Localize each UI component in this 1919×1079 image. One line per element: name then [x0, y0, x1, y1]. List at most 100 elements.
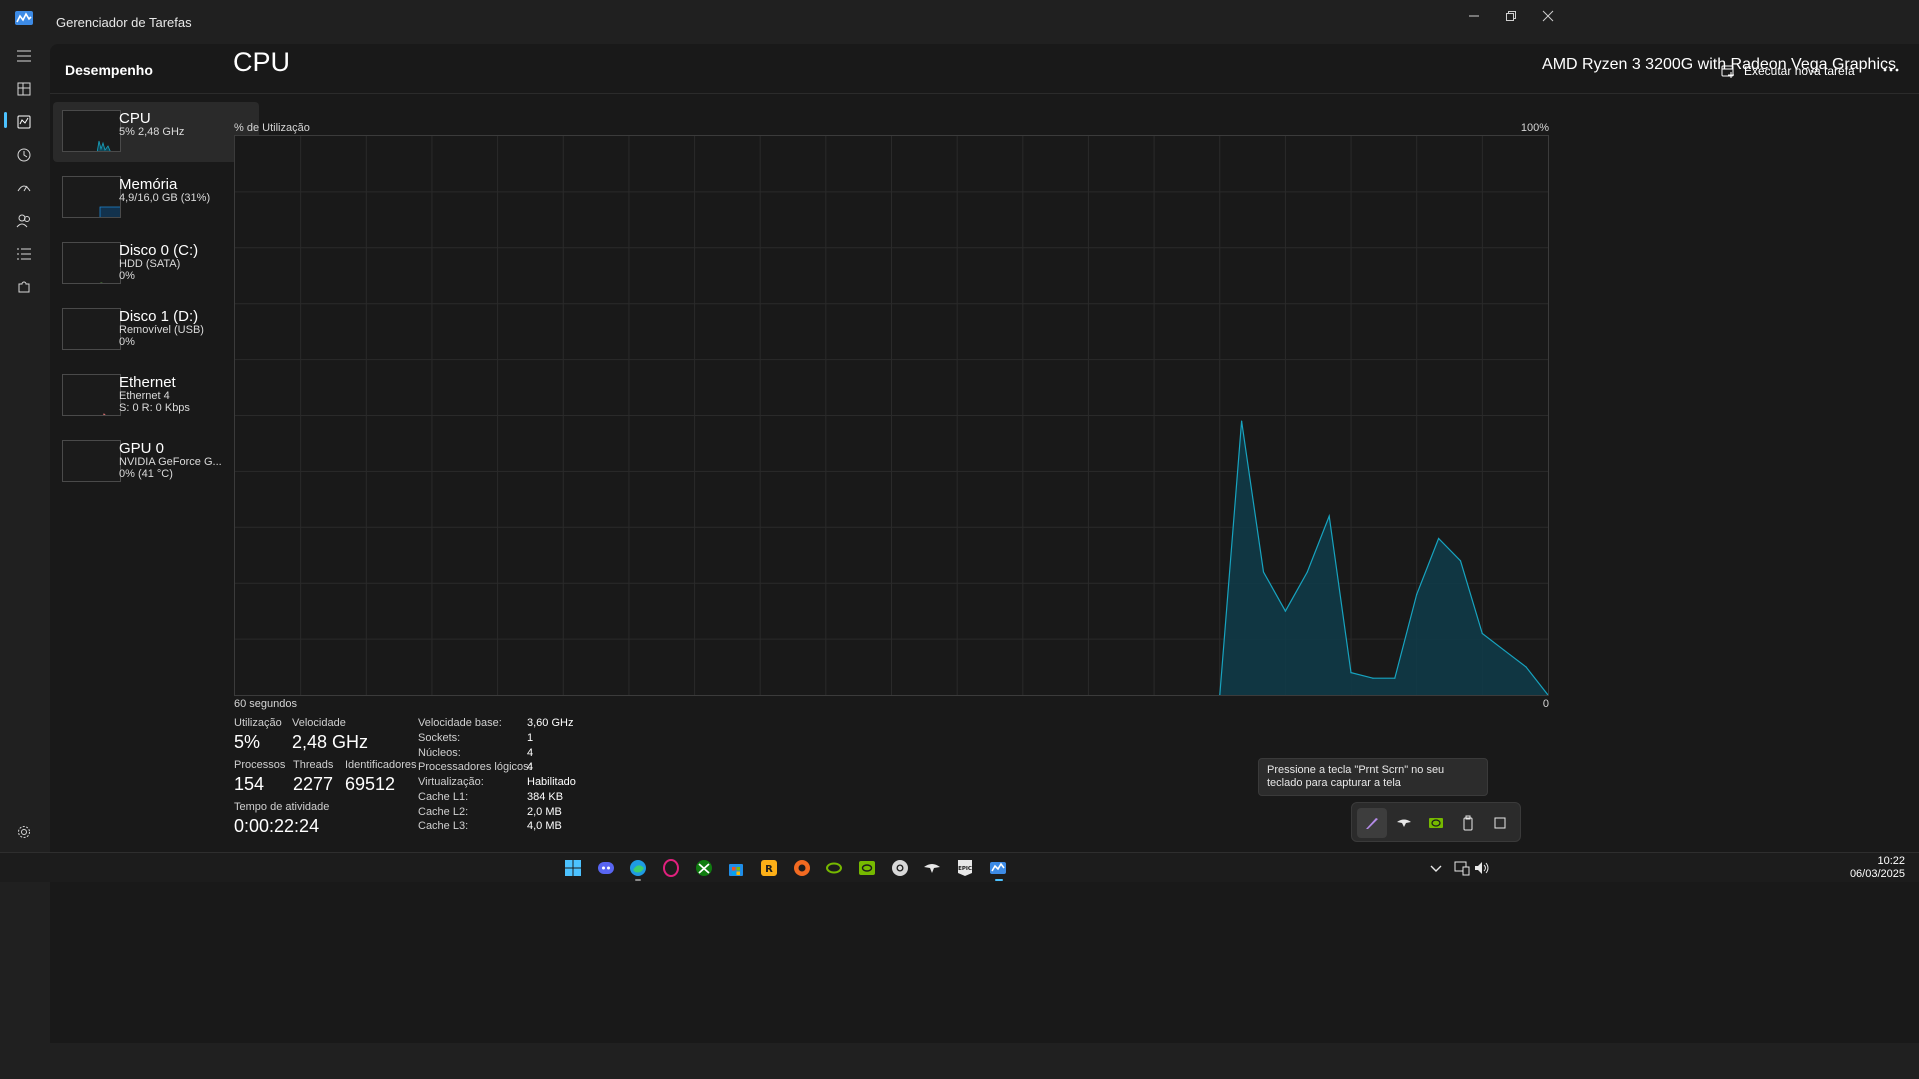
navigation-rail [0, 44, 48, 1043]
utilization-label: Utilização [234, 717, 282, 729]
resource-detail: Removível (USB) [119, 324, 204, 336]
nav-services[interactable] [12, 275, 36, 299]
nvidia-icon [826, 862, 842, 874]
title-bar: Gerenciador de Tarefas [0, 0, 1919, 44]
startup-icon [17, 185, 31, 192]
cpu-usage-point [1350, 672, 1352, 674]
resource-name: Disco 1 (D:) [119, 308, 199, 325]
resource-item-memory[interactable]: Memória 4,9/16,0 GB (31%) [53, 168, 259, 228]
uptime-label: Tempo de atividade [234, 801, 330, 813]
cpu-usage-point [1328, 515, 1330, 517]
show-hidden-icons-button[interactable] [1426, 858, 1446, 878]
nav-settings[interactable] [12, 820, 36, 844]
spec-key: Cache L1: [418, 791, 469, 803]
volume-icon [1475, 862, 1489, 874]
resource-item-gpu-0[interactable]: GPU 0 NVIDIA GeForce G... 0% (41 °C) [53, 432, 259, 492]
nav-processes[interactable] [12, 77, 36, 101]
cpu-usage-point [1241, 420, 1243, 422]
handles-value: 69512 [345, 774, 396, 794]
resource-usage: 0% (41 °C) [119, 468, 173, 480]
hamburger-menu-button[interactable] [12, 44, 36, 68]
cpu-usage-point [1394, 677, 1396, 679]
disk-1-thumbnail-graph [62, 308, 121, 350]
users-icon [16, 214, 30, 228]
nav-startup-apps[interactable] [12, 176, 36, 200]
taskbar-edge[interactable] [628, 858, 648, 878]
snip-tool-button[interactable] [1357, 808, 1387, 838]
print-screen-tooltip: Pressione a tecla "Prnt Scrn" no seu tec… [1258, 758, 1488, 796]
capture-tool-button-2[interactable] [1389, 808, 1419, 838]
taskbar-task-manager[interactable] [988, 858, 1008, 878]
nav-details[interactable] [12, 242, 36, 266]
taskbar-chrome[interactable] [890, 858, 910, 878]
spec-key: Sockets: [418, 732, 461, 744]
graph-y-axis-label: % de Utilização [234, 122, 310, 134]
resource-detail: HDD (SATA) [119, 258, 181, 270]
resource-name: GPU 0 [119, 440, 165, 457]
taskbar-origin[interactable] [792, 858, 812, 878]
nav-app-history[interactable] [12, 143, 36, 167]
hamburger-icon [17, 50, 31, 62]
cpu-usage-point [1438, 537, 1440, 540]
handles-label: Identificadores [345, 759, 417, 771]
spec-value: 4,0 MB [527, 820, 562, 832]
spec-key: Cache L3: [418, 820, 469, 832]
resource-item-disk-1[interactable]: Disco 1 (D:) Removível (USB) 0% [53, 300, 259, 360]
spec-value: 4 [527, 747, 534, 759]
clock-date: 06/03/2025 [1849, 868, 1905, 880]
taskbar-epic-games[interactable]: EPIC [955, 858, 975, 878]
cpu-detail-title: CPU [233, 47, 291, 77]
pen-icon [1366, 818, 1378, 829]
restore-icon [1506, 11, 1516, 21]
geforce-icon [859, 861, 875, 875]
taskbar-app-bird[interactable] [922, 858, 942, 878]
resource-item-disk-0[interactable]: Disco 0 (C:) HDD (SATA) 0% [53, 234, 259, 294]
spec-value: 4 [527, 761, 534, 773]
nvidia-overlay-button[interactable] [1421, 808, 1451, 838]
cpu-model-name: AMD Ryzen 3 3200G with Radeon Vega Graph… [1542, 56, 1896, 73]
processes-icon [17, 82, 31, 96]
resource-detail: Ethernet 4 [119, 390, 170, 402]
history-icon [17, 148, 31, 162]
processes-value: 154 [234, 774, 265, 794]
resource-item-cpu[interactable]: CPU 5% 2,48 GHz [53, 102, 259, 162]
taskbar-xbox[interactable] [694, 858, 714, 878]
nav-users[interactable] [12, 209, 36, 233]
taskbar-clock[interactable]: 10:22 06/03/2025 [1850, 855, 1905, 881]
resource-detail: NVIDIA GeForce G... [119, 456, 222, 468]
page-title: Desempenho [65, 62, 153, 78]
nav-active-indicator [4, 112, 7, 128]
taskbar-discord[interactable] [596, 858, 616, 878]
spec-value: 3,60 GHz [527, 717, 574, 729]
taskbar-nvidia[interactable] [824, 858, 844, 878]
performance-icon [17, 115, 31, 129]
spec-value: Habilitado [527, 776, 576, 788]
clipboard-button[interactable] [1453, 808, 1483, 838]
close-button[interactable] [1525, 0, 1571, 32]
cpu-thumbnail-graph [62, 110, 121, 152]
nav-performance[interactable] [12, 110, 36, 134]
resource-item-ethernet[interactable]: Ethernet Ethernet 4 S: 0 R: 0 Kbps [53, 366, 259, 426]
speed-value: 2,48 GHz [292, 732, 369, 752]
taskbar-geforce-experience[interactable] [857, 858, 877, 878]
network-status-button[interactable] [1452, 858, 1472, 878]
window-capture-button[interactable] [1485, 808, 1515, 838]
disk-0-thumbnail-graph [62, 242, 121, 284]
discord-icon [598, 862, 614, 874]
taskbar-rockstar[interactable]: R [759, 858, 779, 878]
start-button[interactable] [563, 858, 583, 878]
graph-y-max-label: 100% [1520, 122, 1549, 134]
details-list-icon [17, 248, 31, 260]
cpu-usage-point [1284, 610, 1286, 612]
spec-key: Processadores lógicos: [418, 761, 532, 773]
volume-button[interactable] [1472, 858, 1492, 878]
resource-usage: 0% [119, 270, 135, 282]
taskbar-store[interactable] [726, 858, 746, 878]
bird-icon [924, 864, 940, 873]
processes-label: Processos [234, 759, 286, 771]
resource-name: CPU [119, 110, 151, 127]
spec-key: Velocidade base: [418, 717, 502, 729]
taskbar-opera-gx[interactable] [661, 858, 681, 878]
xbox-icon [696, 860, 712, 876]
clock-time: 10:22 [1877, 855, 1905, 867]
